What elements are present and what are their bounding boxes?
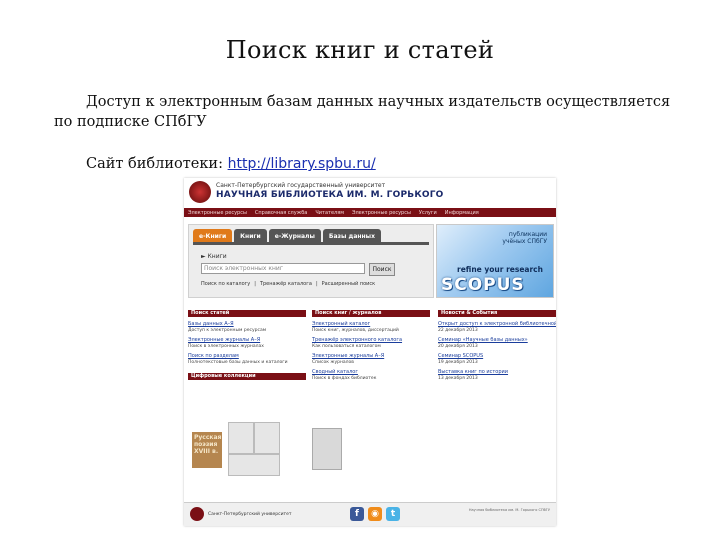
scopus-logo: SCOPUS: [441, 275, 525, 295]
list-item-title[interactable]: Тренажёр электронного каталога: [312, 337, 430, 343]
list-item-title[interactable]: Базы данных А–Я: [188, 321, 306, 327]
search-link[interactable]: Поиск по каталогу: [201, 281, 250, 287]
site-line: Сайт библиотеки: http://library.spbu.ru/: [86, 154, 376, 174]
site-nav: Электронные ресурсы Справочная служба Чи…: [184, 208, 556, 217]
nav-item[interactable]: Электронные ресурсы: [352, 210, 411, 216]
news-title[interactable]: Семинар «Научные базы данных»: [438, 337, 556, 343]
nav-item[interactable]: Читателям: [315, 210, 344, 216]
list-item-title[interactable]: Электронные журналы А–Я: [312, 353, 430, 359]
intro-line-1: Доступ к электронным базам данных научны…: [86, 94, 671, 110]
nav-item[interactable]: Услуги: [419, 210, 437, 216]
group-photo[interactable]: [228, 454, 280, 476]
news-date: 20 декабря 2013: [438, 344, 478, 349]
column-header: Цифровые коллекции: [188, 373, 306, 380]
facebook-icon[interactable]: f: [350, 507, 364, 521]
list-item-desc: Как пользоваться каталогом: [312, 344, 381, 349]
university-name: Санкт-Петербургский государственный унив…: [216, 182, 386, 189]
list-item-desc: Поиск в фондах библиотек: [312, 376, 377, 381]
column-header: Новости & События: [438, 310, 556, 317]
column-articles: Поиск статей Базы данных А–Я Доступ к эл…: [188, 310, 306, 380]
list-item-desc: Поиск в электронных журналах: [188, 344, 264, 349]
library-name: НАУЧНАЯ БИБЛИОТЕКА ИМ. М. ГОРЬКОГО: [216, 190, 444, 200]
footer-contacts: Научная библиотека им. М. Горького СПбГУ: [468, 508, 550, 512]
book-cover[interactable]: [312, 428, 342, 470]
list-item-desc: Поиск книг, журналов, диссертаций: [312, 328, 399, 333]
intro-line-2: по подписке СПбГУ: [54, 114, 207, 130]
search-panel: е-Книги Книги е-Журналы Базы данных ► Кн…: [188, 224, 434, 298]
search-label: ► Книги: [201, 253, 227, 260]
list-item-desc: Доступ к электронным ресурсам: [188, 328, 267, 333]
list-item-desc: Список журналов: [312, 360, 354, 365]
footer-text: Санкт-Петербургский университет: [208, 512, 292, 517]
nav-item[interactable]: Информация: [445, 210, 479, 216]
column-header: Поиск книг / журналов: [312, 310, 430, 317]
search-link[interactable]: Расширенный поиск: [322, 281, 376, 287]
news-title[interactable]: Открыт доступ к электронной библиотечной…: [438, 321, 556, 327]
search-input[interactable]: Поиск электронных книг: [201, 263, 365, 274]
portrait-image[interactable]: [228, 422, 254, 454]
library-link[interactable]: http://library.spbu.ru/: [228, 156, 376, 172]
list-item-title[interactable]: Электронный каталог: [312, 321, 430, 327]
search-link[interactable]: Тренажёр каталога: [260, 281, 312, 287]
column-news: Новости & События Открыт доступ к электр…: [438, 310, 556, 381]
banner-tagline: refine your research: [457, 265, 543, 274]
library-website-screenshot: Санкт-Петербургский государственный унив…: [184, 178, 556, 526]
slide-title: Поиск книг и статей: [225, 36, 495, 64]
scopus-banner[interactable]: публикации учёных СПбГУ refine your rese…: [436, 224, 554, 298]
news-date: 13 декабря 2013: [438, 376, 478, 381]
list-item-title[interactable]: Электронные журналы А–Я: [188, 337, 306, 343]
list-item-desc: Полнотекстовые базы данных и каталоги: [188, 360, 288, 365]
list-item-title[interactable]: Сводный каталог: [312, 369, 430, 375]
banner-caption: публикации учёных СПбГУ: [502, 231, 547, 245]
list-item-title[interactable]: Поиск по разделам: [188, 353, 306, 359]
tab-underline: [193, 242, 429, 245]
twitter-icon[interactable]: t: [386, 507, 400, 521]
site-prefix: Сайт библиотеки:: [86, 156, 228, 172]
rss-icon[interactable]: ◉: [368, 507, 382, 521]
column-header: Поиск статей: [188, 310, 306, 317]
russian-poetry-cover[interactable]: Русская поэзия XVIII в.: [192, 432, 222, 468]
site-header: Санкт-Петербургский государственный унив…: [184, 178, 556, 208]
news-date: 22 декабря 2013: [438, 328, 478, 333]
nav-item[interactable]: Справочная служба: [255, 210, 307, 216]
footer-seal-icon: [190, 507, 204, 521]
search-button[interactable]: Поиск: [369, 263, 395, 276]
portrait-image[interactable]: [254, 422, 280, 454]
site-footer: Санкт-Петербургский университет f ◉ t На…: [184, 502, 556, 526]
nav-item[interactable]: Электронные ресурсы: [188, 210, 247, 216]
news-date: 19 декабря 2013: [438, 360, 478, 365]
news-title[interactable]: Выставка книг по истории: [438, 369, 556, 375]
digital-collections: Русская поэзия XVIII в.: [188, 418, 306, 478]
news-title[interactable]: Семинар SCOPUS: [438, 353, 556, 359]
column-books: Поиск книг / журналов Электронный катало…: [312, 310, 430, 381]
university-seal-icon: [189, 181, 211, 203]
